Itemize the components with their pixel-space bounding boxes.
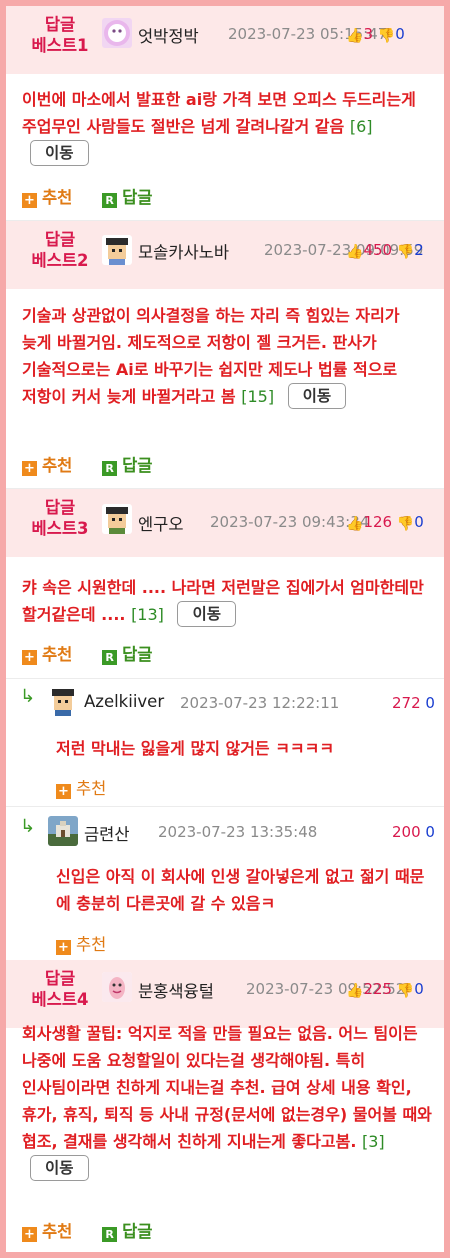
avatar[interactable] xyxy=(102,235,132,265)
upvote-count: 225 xyxy=(363,980,393,998)
downvote-count: 0 xyxy=(425,694,435,712)
recommend-button[interactable]: 추천 xyxy=(76,779,106,798)
downvote-count: 0 xyxy=(425,823,435,841)
post-date: 2023-07-23 12:22:11 xyxy=(180,694,340,712)
downvote-count: 2 xyxy=(414,241,424,259)
author-nickname[interactable]: 분홍색융털 xyxy=(138,978,214,1002)
recommend-button[interactable]: 추천 xyxy=(42,188,72,207)
avatar[interactable] xyxy=(48,816,78,846)
thumbs-down-icon[interactable]: 👎 xyxy=(378,28,395,44)
upvote-count: 3 xyxy=(363,25,373,43)
reply-r-icon: R xyxy=(102,193,118,208)
best-tag: 답글 베스트2 xyxy=(20,229,100,271)
comment-actions: + 추천 R 답글 xyxy=(22,184,153,208)
comment-actions: + 추천 R 답글 xyxy=(22,641,153,665)
post-date: 2023-07-23 13:35:48 xyxy=(158,823,318,841)
comment-text: 회사생활 꿀팁: 억지로 적을 만들 필요는 없음. 어느 팀이든 나중에 도움… xyxy=(22,1020,432,1182)
vote-counts: 👍3 👎0 xyxy=(346,25,405,44)
best-tag-line1: 답글 xyxy=(44,498,76,517)
comment-text: 캬 속은 시원한데 .... 나라면 저런말은 집에가서 엄마한테만 할거같은데… xyxy=(22,574,432,628)
thumbs-up-icon[interactable]: 👍 xyxy=(346,983,363,999)
recommend-button[interactable]: 추천 xyxy=(42,1222,72,1241)
thumbs-up-icon[interactable]: 👍 xyxy=(346,28,363,44)
move-button[interactable]: 이동 xyxy=(30,140,89,166)
reply-count: [13] xyxy=(131,605,164,624)
best-tag-line2: 베스트1 xyxy=(31,36,89,55)
vote-counts: 👍225 👎0 xyxy=(346,980,424,999)
reply-count: [6] xyxy=(349,117,373,136)
best-tag-line1: 답글 xyxy=(44,230,76,249)
reply-count: [3] xyxy=(362,1132,385,1151)
reply-button[interactable]: 답글 xyxy=(122,456,152,475)
author-nickname[interactable]: 엔구오 xyxy=(138,511,184,535)
avatar[interactable] xyxy=(102,972,132,1002)
thumbs-up-icon[interactable]: 👍 xyxy=(346,244,363,260)
move-button[interactable]: 이동 xyxy=(30,1155,89,1181)
best-tag: 답글 베스트3 xyxy=(20,497,100,539)
reply-r-icon: R xyxy=(102,1227,118,1242)
comment-text: 이번에 마소에서 발표한 ai랑 가격 보면 오피스 두드리는게 주업무인 사람… xyxy=(22,86,432,167)
recommend-button[interactable]: 추천 xyxy=(76,935,106,954)
plus-icon: + xyxy=(22,1227,37,1242)
reply-button[interactable]: 답글 xyxy=(122,1222,152,1241)
best-tag-line1: 답글 xyxy=(44,969,76,988)
best-tag: 답글 베스트1 xyxy=(20,14,100,56)
thumbs-down-icon[interactable]: 👎 xyxy=(397,244,414,260)
vote-counts: 272 0 xyxy=(392,694,435,712)
best-tag-line2: 베스트4 xyxy=(31,990,89,1009)
recommend-button[interactable]: 추천 xyxy=(42,456,72,475)
reply-button[interactable]: 답글 xyxy=(122,188,152,207)
comment-actions: + 추천 R 답글 xyxy=(22,452,153,476)
upvote-count: 126 xyxy=(363,513,393,531)
comment-actions: + 추천 R 답글 xyxy=(22,1218,153,1242)
reply-actions: + 추천 xyxy=(56,775,106,799)
plus-icon: + xyxy=(22,193,37,208)
avatar[interactable] xyxy=(102,18,132,48)
move-button[interactable]: 이동 xyxy=(287,383,347,409)
thumbs-up-icon[interactable]: 👍 xyxy=(346,516,363,532)
reply-arrow-icon: ↳ xyxy=(20,686,36,707)
author-nickname[interactable]: Azelkiiver xyxy=(84,692,164,711)
plus-icon: + xyxy=(56,940,71,955)
vote-counts: 👍126 👎0 xyxy=(346,513,424,532)
divider xyxy=(6,806,444,807)
upvote-count: 272 xyxy=(392,694,421,712)
downvote-count: 0 xyxy=(395,25,405,43)
thumbs-down-icon[interactable]: 👎 xyxy=(397,516,414,532)
plus-icon: + xyxy=(56,784,71,799)
reply-actions: + 추천 xyxy=(56,931,106,955)
reply-text: 저런 막내는 잃을게 많지 않거든 ㅋㅋㅋㅋ xyxy=(56,739,335,758)
thumbs-down-icon[interactable]: 👎 xyxy=(397,983,414,999)
downvote-count: 0 xyxy=(414,980,424,998)
reply-arrow-icon: ↳ xyxy=(20,816,36,837)
upvote-count: 450 xyxy=(363,241,393,259)
best-tag-line2: 베스트2 xyxy=(31,251,89,270)
author-nickname[interactable]: 금련산 xyxy=(84,821,130,845)
plus-icon: + xyxy=(22,461,37,476)
best-tag-line2: 베스트3 xyxy=(31,519,89,538)
author-nickname[interactable]: 엇박정박 xyxy=(138,23,199,47)
upvote-count: 200 xyxy=(392,823,421,841)
best-tag: 답글 베스트4 xyxy=(20,968,100,1010)
reply-count: [15] xyxy=(241,387,275,406)
author-nickname[interactable]: 모솔카사노바 xyxy=(138,239,229,263)
comment-text: 기술과 상관없이 의사결정을 하는 자리 즉 힘있는 자리가 늦게 바뀔거임. … xyxy=(22,302,432,410)
avatar[interactable] xyxy=(102,504,132,534)
move-button[interactable]: 이동 xyxy=(177,601,237,627)
divider xyxy=(6,678,444,679)
vote-counts: 👍450 👎2 xyxy=(346,241,424,260)
best-tag-line1: 답글 xyxy=(44,15,76,34)
reply-r-icon: R xyxy=(102,650,118,665)
comment-panel: 답글 베스트1 엇박정박 2023-07-23 05:15:47 👍3 👎0 이… xyxy=(0,0,450,1258)
plus-icon: + xyxy=(22,650,37,665)
reply-text: 신입은 아직 이 회사에 인생 갈아넣은게 없고 젊기 때문에 충분히 다른곳에… xyxy=(56,867,425,913)
vote-counts: 200 0 xyxy=(392,823,435,841)
recommend-button[interactable]: 추천 xyxy=(42,645,72,664)
reply-button[interactable]: 답글 xyxy=(122,645,152,664)
avatar[interactable] xyxy=(48,686,78,716)
reply-r-icon: R xyxy=(102,461,118,476)
downvote-count: 0 xyxy=(414,513,424,531)
